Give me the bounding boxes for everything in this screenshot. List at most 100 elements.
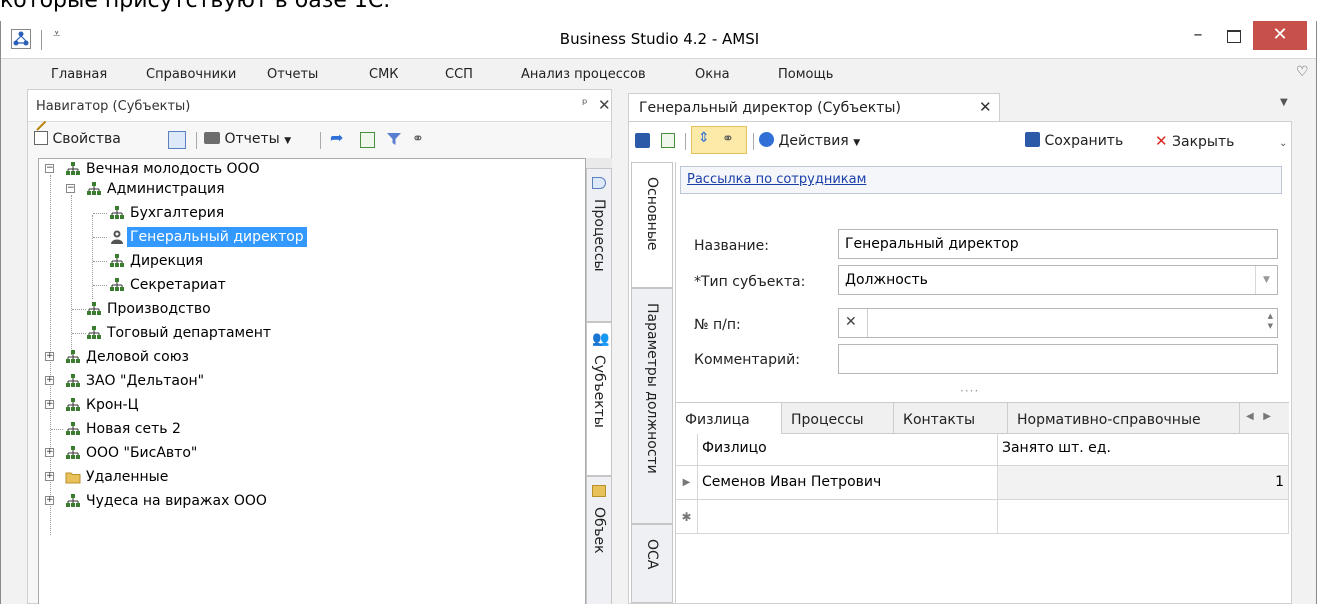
side-tab-subjects[interactable]: 👥 Субъекты — [586, 322, 612, 476]
link-icon[interactable]: ⚭ — [722, 131, 734, 147]
document-tab-close-button[interactable]: ✕ — [979, 98, 992, 116]
tab-scroll-arrows-icon[interactable]: ◀ ▶ — [1246, 411, 1271, 422]
chevron-down-icon[interactable]: ▼ — [1255, 266, 1277, 294]
title-bar: ⩡ Business Studio 4.2 - AMSI – ✕ — [1, 21, 1316, 58]
navigator-header: Навигатор (Субъекты) ᵖ ✕ — [28, 90, 611, 122]
tree-node-label: Новая сеть 2 — [86, 421, 181, 437]
properties-button[interactable]: Свойства — [34, 120, 121, 147]
menu-help[interactable]: Помощь — [778, 67, 833, 82]
menu-windows[interactable]: Окна — [695, 67, 730, 82]
side-tab-objects[interactable]: Объек — [586, 476, 612, 604]
document-side-tabs: Основные Параметры должности ОСА — [631, 162, 673, 603]
tree-node-label: ЗАО "Дельтаон" — [86, 373, 205, 389]
save-button[interactable]: Сохранить — [1025, 132, 1123, 149]
new-row-icon[interactable]: ✱ — [676, 500, 698, 534]
expand-icon[interactable]: + — [45, 400, 54, 409]
table-row-person[interactable]: Семенов Иван Петрович — [698, 466, 998, 500]
menu-qms[interactable]: СМК — [369, 67, 399, 82]
side-tab-processes[interactable]: Процессы — [586, 168, 612, 322]
save-icon[interactable] — [635, 133, 650, 148]
refresh-icon[interactable] — [661, 133, 675, 148]
tree-node-label: Бухгалтерия — [130, 205, 225, 221]
pin-icon[interactable]: ᵖ — [582, 97, 588, 112]
collapse-icon[interactable]: − — [45, 164, 54, 173]
refresh-icon[interactable] — [360, 132, 375, 148]
document-tab[interactable]: Генеральный директор (Субъекты) ✕ — [628, 93, 1000, 121]
navigator-close-button[interactable]: ✕ — [598, 96, 611, 114]
org-unit-icon — [86, 325, 102, 341]
actions-icon — [759, 132, 774, 147]
expand-arrows-icon[interactable]: ⇕ — [698, 130, 710, 146]
mailing-group: Рассылка по сотрудникам — [680, 166, 1282, 194]
toolbar-separator — [753, 133, 754, 150]
clear-icon[interactable]: ✕ — [845, 314, 857, 330]
ribbon-collapse-icon[interactable]: ♡ — [1296, 64, 1309, 80]
close-red-icon: ✕ — [1155, 132, 1168, 150]
subject-type-select[interactable]: Должность ▼ — [838, 265, 1278, 295]
minimize-button[interactable]: – — [1181, 22, 1215, 50]
toolbar-separator — [196, 132, 197, 149]
process-icon — [592, 177, 606, 189]
maximize-button[interactable] — [1217, 22, 1251, 50]
org-unit-icon — [109, 253, 125, 269]
link-icon[interactable]: ⚭ — [412, 131, 424, 147]
tree-node-label: Дирекция — [130, 253, 204, 269]
menu-home[interactable]: Главная — [51, 67, 107, 82]
column-header-units[interactable]: Занято шт. ед. — [998, 434, 1289, 466]
tab-list-dropdown-icon[interactable]: ▼ — [1280, 97, 1288, 108]
close-document-button[interactable]: ✕ Закрыть — [1155, 132, 1234, 150]
toolbar-overflow-icon[interactable]: ⌄ — [1279, 138, 1287, 149]
expand-icon[interactable]: + — [45, 496, 54, 505]
tree-node-label: Вечная молодость ООО — [86, 161, 260, 177]
spinner-arrows-icon[interactable]: ▲ ▼ — [1268, 311, 1273, 331]
menu-reports[interactable]: Отчеты — [267, 67, 318, 82]
mailing-link[interactable]: Рассылка по сотрудникам — [687, 172, 866, 187]
tree-connector — [93, 261, 107, 262]
subjects-tree: − Вечная молодость ООО − Администрация Б… — [38, 158, 586, 604]
new-row-person-cell[interactable] — [698, 500, 998, 534]
filter-icon[interactable] — [386, 131, 402, 151]
close-window-button[interactable]: ✕ — [1253, 21, 1307, 50]
order-number-label: № п/п: — [694, 317, 741, 333]
org-unit-icon — [65, 161, 81, 177]
expand-icon[interactable]: + — [45, 472, 54, 481]
comment-input[interactable] — [838, 344, 1278, 374]
expand-icon[interactable]: + — [45, 448, 54, 457]
document-toolbar: ⇕ ⚭ Действия ▼ Сохранить ✕ Закрыть ⌄ — [629, 122, 1291, 160]
side-tab-abc[interactable]: ОСА — [631, 524, 673, 603]
tab-processes[interactable]: Процессы — [782, 403, 894, 435]
menu-bsc[interactable]: ССП — [445, 67, 473, 82]
navigator-panel: Навигатор (Субъекты) ᵖ ✕ Свойства Отчеты… — [27, 89, 612, 604]
row-indicator-icon[interactable]: ▶ — [676, 466, 698, 500]
menu-process-analysis[interactable]: Анализ процессов — [521, 67, 646, 82]
menu-directories[interactable]: Справочники — [146, 67, 236, 82]
subject-type-label: *Тип субъекта: — [694, 274, 806, 290]
tree-connector — [92, 215, 93, 299]
expand-icon[interactable]: + — [45, 352, 54, 361]
tab-normative[interactable]: Нормативно-справочные — [1008, 403, 1240, 435]
tree-connector — [51, 429, 63, 430]
new-row-units-cell[interactable] — [998, 500, 1289, 534]
go-to-icon[interactable]: ➦ — [330, 128, 343, 147]
tab-contacts[interactable]: Контакты — [894, 403, 1008, 435]
actions-dropdown-button[interactable]: Действия ▼ — [759, 132, 860, 149]
side-tab-position-params[interactable]: Параметры должности — [631, 288, 673, 524]
table-row-units[interactable]: 1 — [998, 466, 1289, 500]
collapse-icon[interactable]: − — [66, 184, 75, 193]
tree-view-icon[interactable] — [168, 131, 186, 149]
document-body: ⇕ ⚭ Действия ▼ Сохранить ✕ Закрыть ⌄ Осн… — [628, 121, 1292, 604]
org-unit-icon — [65, 445, 81, 461]
name-input[interactable]: Генеральный директор — [838, 229, 1278, 259]
splitter-grip-icon[interactable]: ···· — [960, 384, 979, 398]
order-number-spinner[interactable]: ✕ ▲ ▼ — [838, 308, 1278, 338]
reports-dropdown-button[interactable]: Отчеты ▼ — [204, 131, 291, 147]
dropdown-arrow-icon: ▼ — [853, 138, 861, 148]
tab-persons[interactable]: Физлица — [676, 403, 782, 435]
document-panel: Генеральный директор (Субъекты) ✕ ▼ ⇕ ⚭ … — [620, 89, 1300, 604]
expand-icon[interactable]: + — [45, 376, 54, 385]
tree-node-label: Производство — [107, 301, 211, 317]
window-title: Business Studio 4.2 - AMSI — [559, 30, 760, 48]
column-header-person[interactable]: Физлицо — [698, 434, 998, 466]
side-tab-main[interactable]: Основные — [631, 162, 673, 288]
toolbar-separator — [320, 132, 321, 149]
